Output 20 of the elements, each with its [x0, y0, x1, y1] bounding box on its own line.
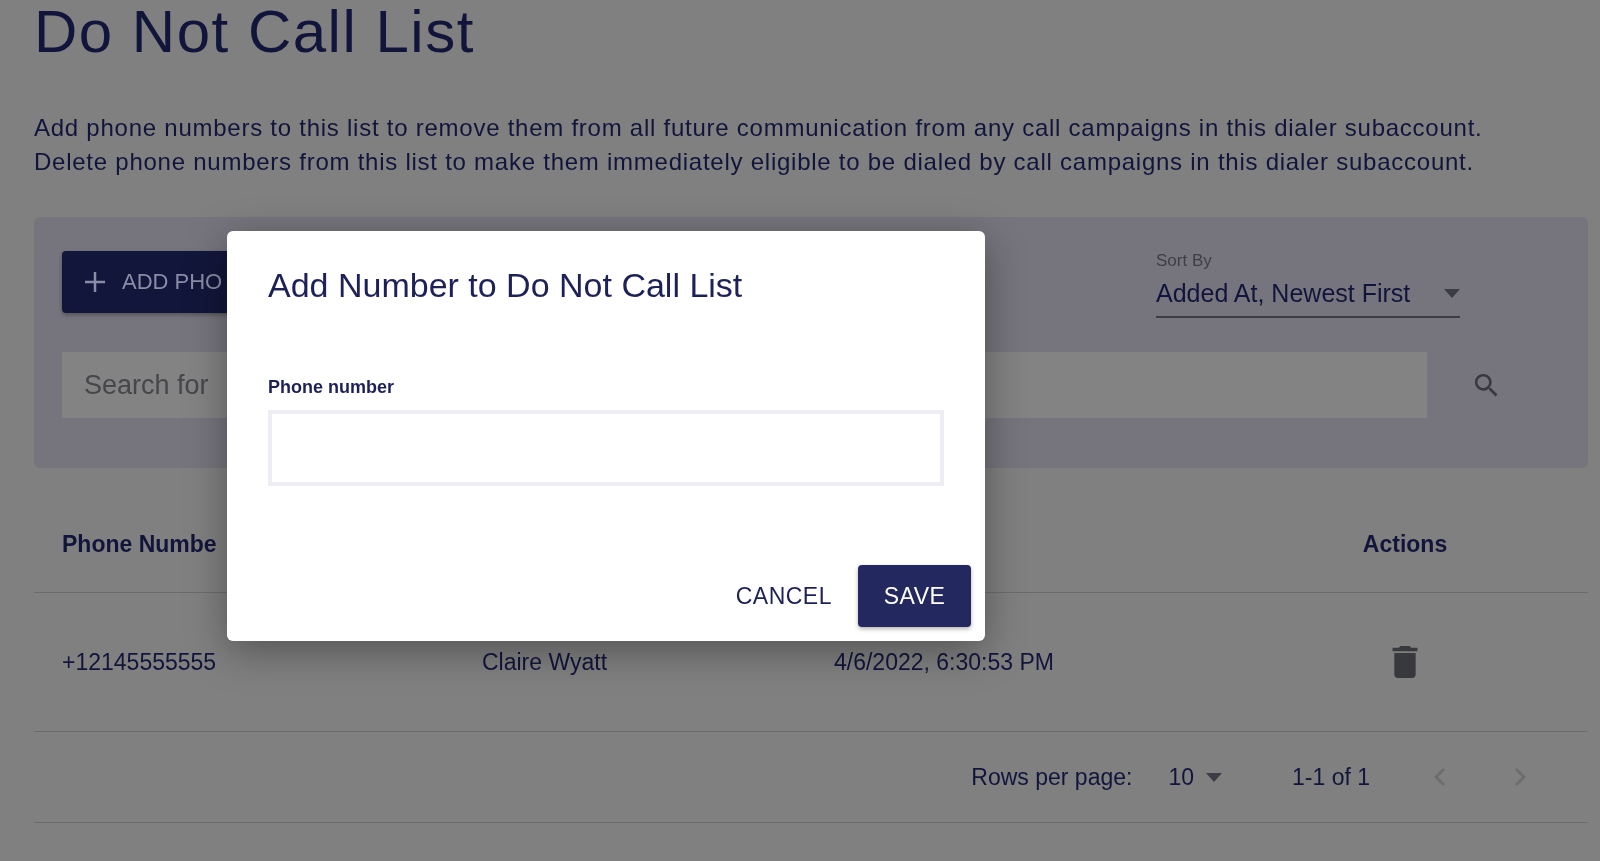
description-text: Delete phone numbers from this list to make them immediately eligible to be dialed by call campaigns in this dialer subaccount. [34, 147, 1475, 177]
cancel-button[interactable]: CANCEL [735, 574, 832, 618]
field-label: Phone number [268, 377, 395, 398]
trash-icon[interactable] [1392, 646, 1418, 678]
description-text: Add phone numbers to this list to remove them from all future communication from any call campaigns in this dialer subaccount. [34, 113, 1484, 143]
column-header: Phone Numbe [62, 530, 218, 558]
rows-per-page-dropdown[interactable]: 10 [1162, 762, 1228, 792]
page-range: 1-1 of 1 [1292, 763, 1370, 791]
page-title: Do Not Call List [34, 0, 476, 64]
column-header: Actions [1362, 530, 1448, 558]
caret-icon [1206, 772, 1222, 782]
table-cell-text: +12145555555 [62, 648, 218, 676]
sort-label: Sort By [1156, 251, 1213, 271]
sort-dropdown[interactable]: Added At, Newest First [1156, 275, 1460, 318]
save-button[interactable]: SAVE [858, 565, 971, 627]
plus-icon [84, 271, 106, 293]
rows-per-page-label: Rows per page: [971, 763, 1133, 791]
table-cell-text: Claire Wyatt [482, 648, 609, 676]
table-cell-text: 4/6/2022, 6:30:53 PM [834, 648, 1055, 676]
caret-icon [1444, 289, 1460, 298]
